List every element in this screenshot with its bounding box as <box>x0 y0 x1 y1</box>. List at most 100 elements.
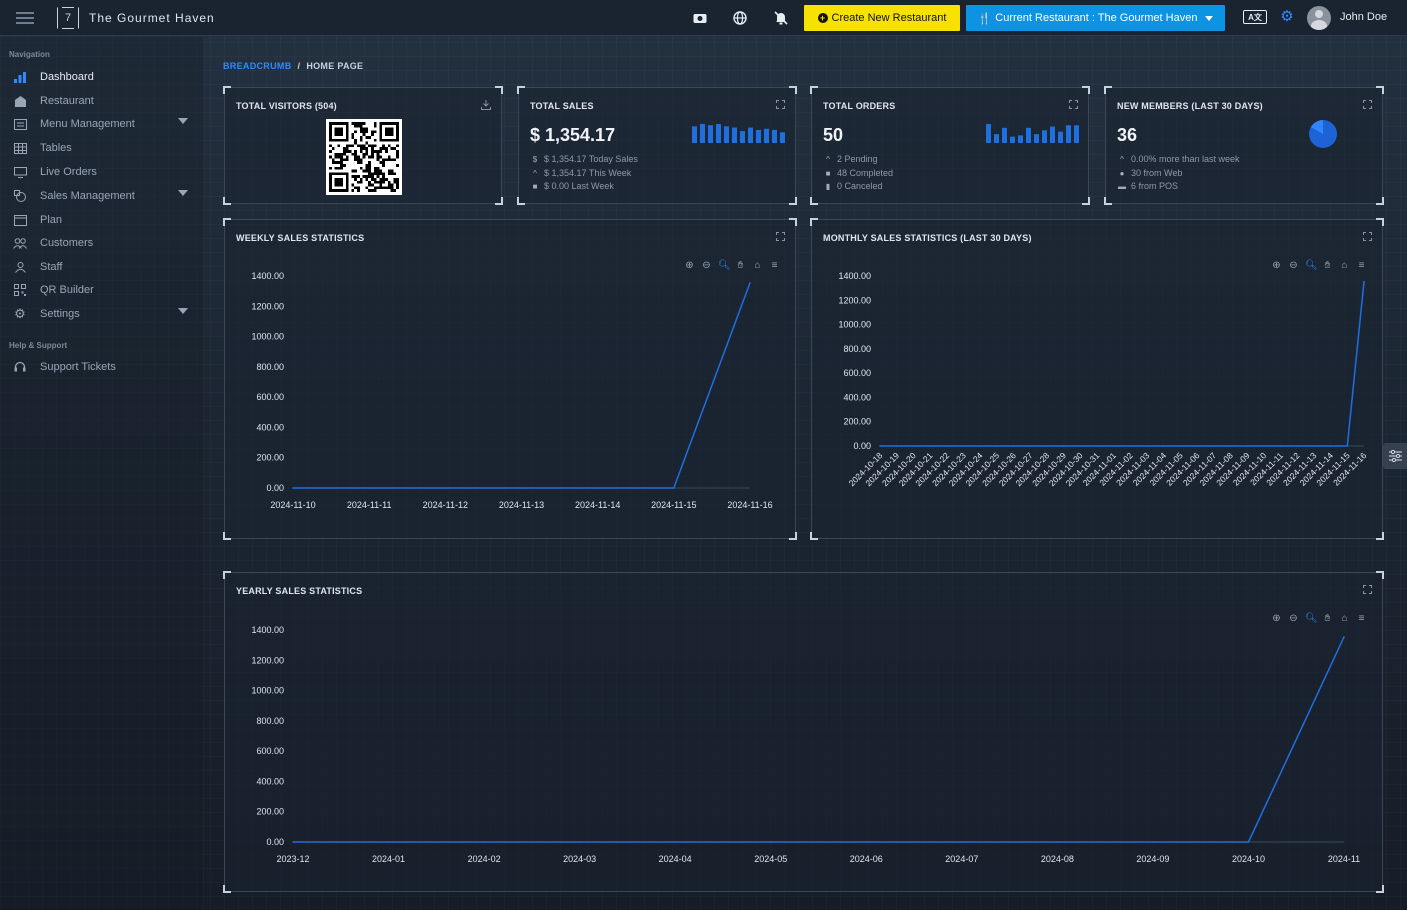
data-point <box>996 445 998 447</box>
sidebar-item-staff[interactable]: Staff <box>12 258 192 276</box>
sidebar-item-label: QR Builder <box>40 284 94 296</box>
sparkline-bar <box>780 132 785 143</box>
data-point <box>912 445 915 447</box>
expand-icon[interactable] <box>776 100 785 109</box>
data-point <box>1263 445 1265 447</box>
breadcrumb-root[interactable]: BREADCRUMB <box>223 61 292 71</box>
sidebar-item-qr-builder[interactable]: QR Builder <box>12 281 192 299</box>
x-tick-label: 2024-11-16 <box>727 500 772 510</box>
stat-text: $ 1,354.17 Today Sales <box>544 154 638 164</box>
menu-toggle-icon[interactable] <box>16 12 34 24</box>
plus-icon: + <box>817 13 828 23</box>
stat-text: 0 Canceled <box>837 181 883 191</box>
data-point <box>673 487 675 489</box>
sparkline-bar <box>1042 130 1047 143</box>
globe-icon[interactable] <box>732 10 748 26</box>
data-point <box>1152 841 1154 843</box>
settings-gear-icon[interactable]: ⚙ <box>1279 9 1295 25</box>
sidebar-item-menu-management[interactable]: Menu Management <box>12 115 192 133</box>
language-icon[interactable]: A文 <box>1243 10 1267 24</box>
x-tick-label: 2024-07 <box>945 854 978 864</box>
globe-icon: ● <box>1119 168 1125 178</box>
camera-icon[interactable] <box>692 10 708 26</box>
sidebar-item-live-orders[interactable]: Live Orders <box>12 163 192 181</box>
sparkline-bar <box>772 129 777 143</box>
qr-code-image <box>326 119 402 195</box>
data-point <box>962 445 965 447</box>
yearly-sales-chart-card: YEARLY SALES STATISTICS ⊕ ⊖ 🔍︎ ✋︎ ⌂ ≡ 0.00 200… <box>223 571 1384 893</box>
data-point <box>1096 445 1098 447</box>
sidebar-item-tables[interactable]: Tables <box>12 139 192 157</box>
sidebar-item-restaurant[interactable]: Restaurant <box>12 92 192 110</box>
sparkline-bar <box>1010 136 1015 143</box>
y-tick-label: 1000.00 <box>251 686 284 696</box>
y-tick-label: 1200.00 <box>251 655 284 665</box>
chevron-down-icon <box>178 308 188 314</box>
chevron-down-icon <box>178 118 188 124</box>
sidebar-item-plan[interactable]: Plan <box>12 211 192 229</box>
sidebar-item-label: Menu Management <box>40 118 135 130</box>
bar-chart-icon <box>12 70 28 84</box>
sparkline-bar <box>1034 134 1039 143</box>
y-tick-label: 1400.00 <box>251 625 284 635</box>
weekly-sales-chart-card: WEEKLY SALES STATISTICS ⊕ ⊖ 🔍︎ ✋︎ ⌂ ≡ 0.00 200… <box>223 218 797 540</box>
store-icon <box>12 94 28 108</box>
sparkline-bar <box>1066 125 1071 143</box>
y-tick-label: 1400.00 <box>251 271 284 281</box>
sparkline-bar <box>1002 127 1007 143</box>
data-point <box>1343 636 1345 638</box>
sidebar: Navigation Dashboard Restaurant Menu Man… <box>0 37 204 910</box>
y-tick-label: 0.00 <box>266 483 284 493</box>
create-restaurant-button[interactable]: + Create New Restaurant <box>804 5 960 31</box>
support-heading: Help & Support <box>9 341 68 350</box>
x-tick-label: 2024-11-10 <box>270 500 315 510</box>
data-point <box>1279 445 1282 447</box>
sparkline-bar <box>1018 135 1023 143</box>
sidebar-item-support-tickets[interactable]: Support Tickets <box>12 358 192 376</box>
caret-down-icon <box>1205 15 1214 21</box>
data-point <box>769 841 772 843</box>
x-tick-label: 2024-09 <box>1136 854 1169 864</box>
current-restaurant-dropdown[interactable]: 🍴 Current Restaurant : The Gourmet Haven <box>966 5 1225 31</box>
sidebar-item-label: Settings <box>40 308 80 320</box>
nav-heading: Navigation <box>9 50 50 59</box>
data-point <box>961 841 963 843</box>
sales-value: $ 1,354.17 <box>530 125 616 145</box>
data-point <box>520 487 523 489</box>
sidebar-item-settings[interactable]: ⚙ Settings <box>12 305 192 323</box>
sparkline-bar <box>1026 127 1031 143</box>
sidebar-item-customers[interactable]: Customers <box>12 234 192 252</box>
bag-icon: ■ <box>825 168 831 178</box>
x-tick-label: 2024-11-12 <box>423 500 468 510</box>
data-point <box>1046 445 1048 447</box>
download-icon[interactable] <box>481 100 491 110</box>
customizer-toggle-icon[interactable] <box>1383 443 1407 469</box>
card-title: TOTAL ORDERS <box>823 101 896 111</box>
data-point <box>444 487 447 489</box>
utensils-icon: 🍴 <box>977 12 992 25</box>
expand-icon[interactable] <box>1363 100 1372 109</box>
orders-card: TOTAL ORDERS 50 ^ 2 Pending ■ 48 Completed… <box>810 86 1090 205</box>
stat-line: ^ $ 1,354.17 This Week <box>531 168 631 178</box>
sidebar-item-label: Tables <box>40 142 72 154</box>
x-tick-label: 2024-11-11 <box>347 500 392 510</box>
expand-icon[interactable] <box>1069 100 1078 109</box>
user-name[interactable]: John Doe <box>1340 11 1387 23</box>
y-tick-label: 600.00 <box>843 368 871 378</box>
x-tick-label: 2024-10 <box>1232 854 1265 864</box>
sidebar-item-label: Support Tickets <box>40 361 116 373</box>
y-tick-label: 0.00 <box>266 837 284 847</box>
stat-line: ^ 0.00% more than last week <box>1118 154 1239 164</box>
sidebar-item-sales-management[interactable]: Sales Management <box>12 187 192 205</box>
avatar[interactable] <box>1307 6 1331 30</box>
sidebar-item-dashboard[interactable]: Dashboard <box>12 68 192 86</box>
sparkline-bar <box>1058 131 1063 143</box>
sparkline-bar <box>732 127 737 143</box>
series-line <box>293 636 1345 843</box>
y-tick-label: 800.00 <box>256 362 284 372</box>
y-tick-label: 200.00 <box>843 417 871 427</box>
data-point <box>1029 445 1032 447</box>
sales-card: TOTAL SALES $ 1,354.17 $ $ 1,354.17 Today… <box>517 86 797 205</box>
monthly-sales-chart: 0.00 200.00 400.00 600.00 800.00 1000.00 1200.… <box>838 271 1368 488</box>
notifications-off-icon[interactable] <box>773 10 789 26</box>
